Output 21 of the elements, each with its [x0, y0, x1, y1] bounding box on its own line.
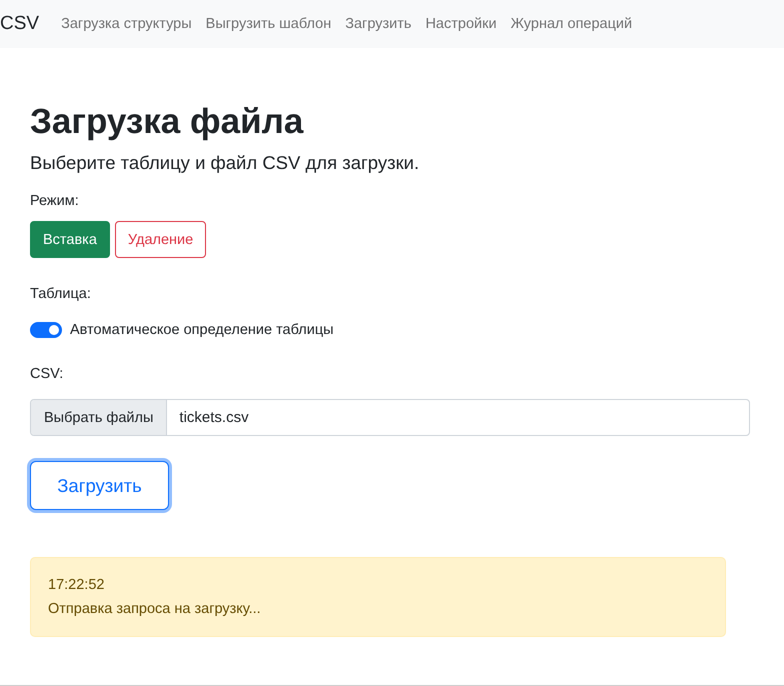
alert-message: Отправка запроса на загрузку... [48, 601, 262, 617]
upload-button[interactable]: Загрузить [30, 461, 169, 510]
choose-files-button[interactable]: Выбрать файлы [31, 400, 168, 435]
brand-link[interactable]: CSV [0, 13, 40, 35]
toggle-switch[interactable] [30, 322, 62, 338]
csv-label: CSV: [30, 366, 64, 382]
mode-label: Режим: [30, 193, 79, 209]
nav-link[interactable]: Загрузка структуры [61, 16, 192, 32]
page-title: Загрузка файла [30, 102, 304, 142]
file-input[interactable]: Выбрать файлы tickets.csv [30, 399, 750, 436]
alert-time: 17:22:52 [48, 577, 106, 593]
nav-link[interactable]: Настройки [425, 16, 497, 32]
nav-link[interactable]: Загрузить [345, 16, 412, 32]
page-subtitle: Выберите таблицу и файл CSV для загрузки. [30, 152, 420, 174]
switch-label: Автоматическое определение таблицы [70, 322, 334, 338]
nav-link[interactable]: Выгрузить шаблон [206, 16, 332, 32]
mode-button[interactable]: Вставка [30, 221, 110, 258]
table-label: Таблица: [30, 286, 92, 302]
nav-link[interactable]: Журнал операций [510, 16, 632, 32]
mode-button[interactable]: Удаление [114, 221, 206, 258]
file-name: tickets.csv [178, 408, 249, 428]
